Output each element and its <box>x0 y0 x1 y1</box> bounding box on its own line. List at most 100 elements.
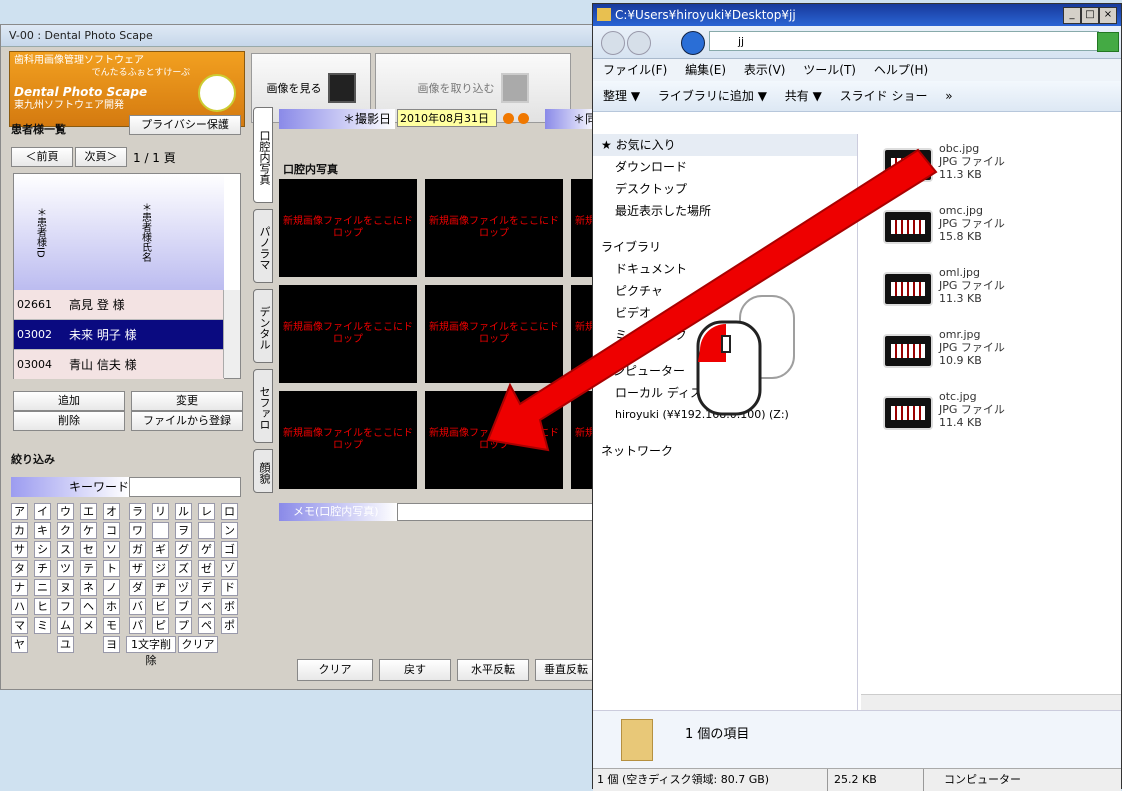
kana-key-clear[interactable]: クリア <box>178 636 218 653</box>
kana-key[interactable]: ド <box>221 579 238 596</box>
kana-key[interactable]: リ <box>152 503 169 520</box>
nav-libraries[interactable]: ライブラリ <box>593 236 857 258</box>
kana-key[interactable]: ケ <box>80 522 97 539</box>
kana-key[interactable]: ノ <box>103 579 120 596</box>
kana-key[interactable] <box>152 522 169 539</box>
kana-key[interactable]: ワ <box>129 522 146 539</box>
kana-key[interactable]: ヅ <box>175 579 192 596</box>
kana-key[interactable]: ク <box>57 522 74 539</box>
kana-key[interactable]: メ <box>80 617 97 634</box>
kana-key-yo[interactable]: ヨ <box>103 636 120 653</box>
maximize-button[interactable]: □ <box>1081 7 1099 24</box>
kana-key[interactable]: タ <box>11 560 28 577</box>
kana-key[interactable]: ラ <box>129 503 146 520</box>
nav-network-drive[interactable]: hiroyuki (¥¥192.168.0.100) (Z:) <box>593 404 857 426</box>
privacy-button[interactable]: プライバシー保護 <box>129 115 241 135</box>
kana-key[interactable]: ザ <box>129 560 146 577</box>
address-field[interactable]: jj <box>709 31 1099 51</box>
kana-key[interactable]: ポ <box>221 617 238 634</box>
kana-key[interactable]: ペ <box>198 617 215 634</box>
col-header-id[interactable]: ＊患者様ID <box>14 174 67 290</box>
kana-key[interactable]: プ <box>175 617 192 634</box>
more-commands-button[interactable]: » <box>945 89 952 103</box>
undo-button[interactable]: 戻す <box>379 659 451 681</box>
nav-computer[interactable]: コンピューター <box>593 360 857 382</box>
kana-key[interactable]: ン <box>221 522 238 539</box>
vertical-flip-button[interactable]: 垂直反転 <box>535 659 597 681</box>
kana-key[interactable]: セ <box>80 541 97 558</box>
slideshow-button[interactable]: スライド ショー <box>840 89 928 103</box>
tab-dental[interactable]: デンタル <box>253 289 273 363</box>
nav-music[interactable]: ミュージック <box>593 324 857 346</box>
kana-key[interactable]: ヒ <box>34 598 51 615</box>
kana-key[interactable]: ギ <box>152 541 169 558</box>
kana-key[interactable]: ゾ <box>221 560 238 577</box>
nav-local-disk[interactable]: ローカル ディスク (C:) <box>593 382 857 404</box>
kana-key[interactable]: フ <box>57 598 74 615</box>
kana-key[interactable]: デ <box>198 579 215 596</box>
kana-key[interactable]: ダ <box>129 579 146 596</box>
kana-key[interactable]: テ <box>80 560 97 577</box>
kana-key[interactable]: ヘ <box>80 598 97 615</box>
kana-key-yu[interactable]: ユ <box>57 636 74 653</box>
kana-key[interactable]: グ <box>175 541 192 558</box>
memo-input[interactable] <box>397 503 597 521</box>
kana-key[interactable]: パ <box>129 617 146 634</box>
kana-key[interactable]: カ <box>11 522 28 539</box>
next-date-icon[interactable] <box>518 113 529 124</box>
kana-key[interactable]: ネ <box>80 579 97 596</box>
nav-desktop[interactable]: デスクトップ <box>593 178 857 200</box>
kana-key[interactable]: ジ <box>152 560 169 577</box>
clear-button[interactable]: クリア <box>297 659 373 681</box>
kana-key[interactable]: ト <box>103 560 120 577</box>
kana-key[interactable]: ガ <box>129 541 146 558</box>
keyword-input[interactable] <box>129 477 241 497</box>
kana-key[interactable]: サ <box>11 541 28 558</box>
minimize-button[interactable]: _ <box>1063 7 1081 24</box>
close-button[interactable]: × <box>1099 7 1117 24</box>
kana-key[interactable]: ハ <box>11 598 28 615</box>
prev-page-button[interactable]: ＜前頁 <box>11 147 73 167</box>
change-button[interactable]: 変更 <box>131 391 243 411</box>
nav-pictures[interactable]: ピクチャ <box>593 280 857 302</box>
drop-cell[interactable]: 新規画像ファイルをここにドロップ <box>425 179 563 277</box>
kana-key[interactable]: マ <box>11 617 28 634</box>
file-item[interactable]: omc.jpg JPG ファイル 15.8 KB <box>883 204 1083 256</box>
drop-cell[interactable]: 新規画像ファイルをここにドロップ <box>425 391 563 489</box>
kana-key[interactable]: ボ <box>221 598 238 615</box>
tab-oral-photo[interactable]: 口腔内写真 <box>253 107 273 203</box>
drop-cell[interactable]: 新規画像ファイルをここにドロップ <box>425 285 563 383</box>
tab-cephalo[interactable]: セファロ <box>253 369 273 443</box>
file-item[interactable]: oml.jpg JPG ファイル 11.3 KB <box>883 266 1083 318</box>
kana-key[interactable]: ヂ <box>152 579 169 596</box>
kana-key[interactable]: ズ <box>175 560 192 577</box>
up-icon[interactable] <box>681 31 705 55</box>
kana-key[interactable]: チ <box>34 560 51 577</box>
drop-cell[interactable]: 新規画像ファイルをここにドロップ <box>279 179 417 277</box>
kana-key[interactable]: ニ <box>34 579 51 596</box>
add-button[interactable]: 追加 <box>13 391 125 411</box>
table-row[interactable]: 03004 青山 信夫 様 <box>14 350 224 379</box>
kana-key[interactable]: レ <box>198 503 215 520</box>
kana-key[interactable]: イ <box>34 503 51 520</box>
nav-downloads[interactable]: ダウンロード <box>593 156 857 178</box>
forward-icon[interactable] <box>627 31 651 55</box>
add-to-library-button[interactable]: ライブラリに追加 ▼ <box>658 89 767 103</box>
menu-view[interactable]: 表示(V) <box>744 63 786 77</box>
share-button[interactable]: 共有 ▼ <box>785 89 822 103</box>
kana-key[interactable]: オ <box>103 503 120 520</box>
kana-key-ya[interactable]: ヤ <box>11 636 28 653</box>
nav-documents[interactable]: ドキュメント <box>593 258 857 280</box>
kana-key[interactable]: ホ <box>103 598 120 615</box>
kana-key[interactable]: ア <box>11 503 28 520</box>
kana-key[interactable]: ヌ <box>57 579 74 596</box>
tab-panorama[interactable]: パノラマ <box>253 209 273 283</box>
horizontal-flip-button[interactable]: 水平反転 <box>457 659 529 681</box>
horizontal-scrollbar[interactable] <box>861 694 1121 711</box>
kana-key[interactable]: ゴ <box>221 541 238 558</box>
kana-key[interactable]: ム <box>57 617 74 634</box>
drop-cell[interactable]: 新規画像ファイルをここにドロップ <box>279 285 417 383</box>
kana-key[interactable]: シ <box>34 541 51 558</box>
file-item[interactable]: obc.jpg JPG ファイル 11.3 KB <box>883 142 1083 194</box>
table-row[interactable]: 02661 高見 登 様 <box>14 290 224 320</box>
